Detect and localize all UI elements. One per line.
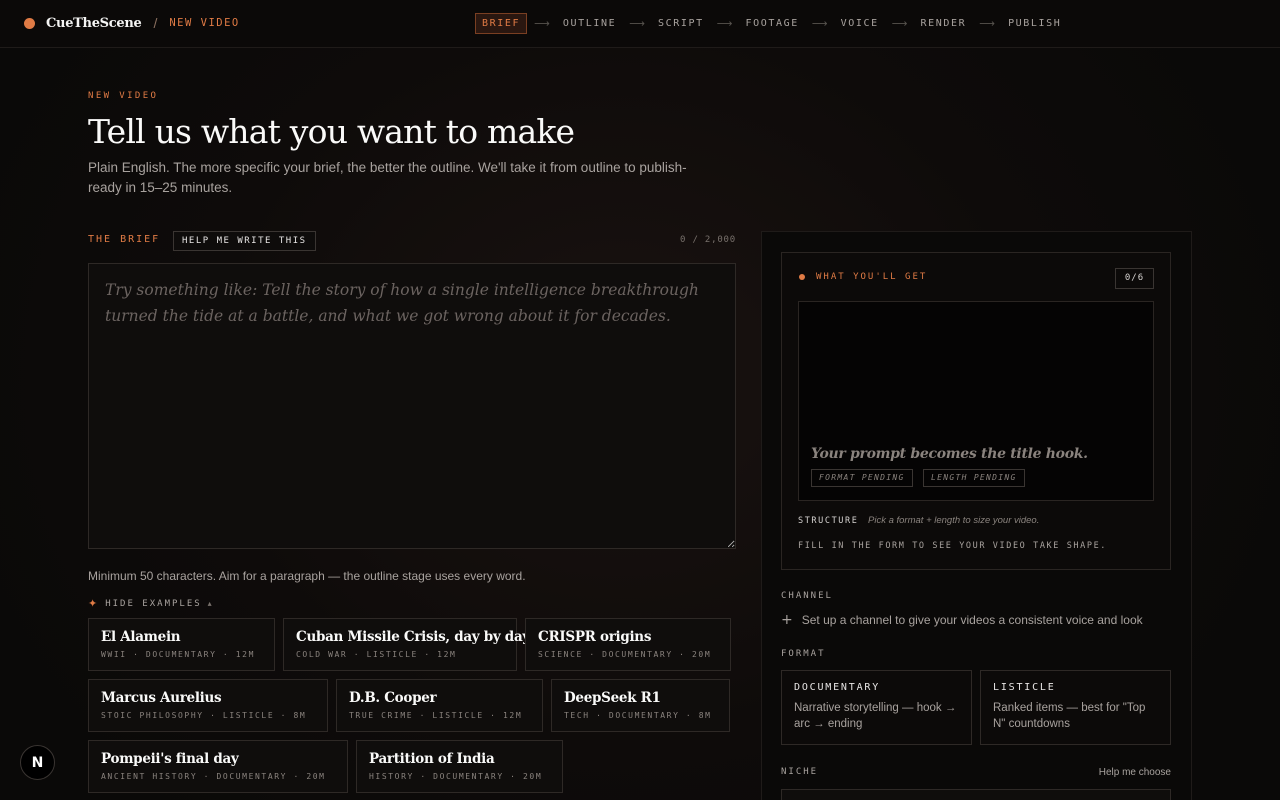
example-meta: STOIC PHILOSOPHY · LISTICLE · 8M: [101, 711, 307, 720]
dev-tools-letter: N: [31, 754, 44, 771]
step-brief[interactable]: BRIEF: [475, 13, 528, 34]
step-voice[interactable]: VOICE: [835, 14, 885, 33]
format-label: FORMAT: [781, 649, 826, 659]
channel-label: CHANNEL: [781, 591, 833, 601]
caret-up-icon: ▴: [207, 599, 212, 608]
format-option-desc: Narrative storytelling — hook → arc → en…: [794, 702, 957, 730]
example-card[interactable]: El Alamein WWII · DOCUMENTARY · 12M: [88, 618, 275, 671]
example-card[interactable]: Cuban Missile Crisis, day by day COLD WA…: [283, 618, 530, 671]
preview-label: WHAT YOU'LL GET: [816, 272, 928, 282]
example-meta: COLD WAR · LISTICLE · 12M: [296, 650, 457, 659]
step-arrow-icon: ⟶: [716, 17, 733, 30]
example-meta: WWII · DOCUMENTARY · 12M: [101, 650, 255, 659]
example-meta: HISTORY · DOCUMENTARY · 20M: [369, 772, 543, 781]
step-arrow-icon: ⟶: [811, 17, 828, 30]
example-card[interactable]: D.B. Cooper TRUE CRIME · LISTICLE · 12M: [336, 679, 543, 732]
example-card[interactable]: CRISPR origins SCIENCE · DOCUMENTARY · 2…: [525, 618, 731, 671]
brief-input[interactable]: [88, 263, 736, 549]
step-script[interactable]: SCRIPT: [652, 14, 710, 33]
step-outline[interactable]: OUTLINE: [557, 14, 622, 33]
example-card[interactable]: Partition of India HISTORY · DOCUMENTARY…: [356, 740, 563, 793]
character-count: 0 / 2,000: [680, 235, 736, 245]
step-arrow-icon: ⟶: [891, 17, 908, 30]
preview-fill-text: FILL IN THE FORM TO SEE YOUR VIDEO TAKE …: [798, 541, 1108, 551]
page-eyebrow: NEW VIDEO: [88, 91, 159, 101]
example-meta: TRUE CRIME · LISTICLE · 12M: [349, 711, 523, 720]
format-option-desc: Ranked items — best for "Top N" countdow…: [993, 702, 1146, 730]
step-render[interactable]: RENDER: [915, 14, 973, 33]
format-pending-pill: FORMAT PENDING: [811, 469, 913, 487]
step-footage[interactable]: FOOTAGE: [740, 14, 805, 33]
step-arrow-icon: ⟶: [629, 17, 646, 30]
brief-label: THE BRIEF: [88, 234, 161, 245]
format-option-documentary[interactable]: DOCUMENTARY Narrative storytelling — hoo…: [781, 670, 972, 745]
brief-hint: Minimum 50 characters. Aim for a paragra…: [88, 569, 526, 583]
structure-text: Pick a format + length to size your vide…: [868, 515, 1040, 526]
niche-help-link[interactable]: Help me choose: [1060, 767, 1171, 778]
step-publish[interactable]: PUBLISH: [1002, 14, 1067, 33]
setup-channel-link[interactable]: + Set up a channel to give your videos a…: [781, 612, 1143, 628]
top-bar: CueTheScene / NEW VIDEO BRIEF ⟶ OUTLINE …: [0, 0, 1280, 48]
setup-channel-text: Set up a channel to give your videos a c…: [801, 613, 1143, 627]
status-dot-icon: [799, 274, 805, 280]
example-meta: ANCIENT HISTORY · DOCUMENTARY · 20M: [101, 772, 326, 781]
brand-name: CueTheScene: [46, 15, 142, 31]
example-card[interactable]: DeepSeek R1 TECH · DOCUMENTARY · 8M: [551, 679, 730, 732]
preview-progress-badge: 0/6: [1115, 268, 1154, 289]
step-progress: BRIEF ⟶ OUTLINE ⟶ SCRIPT ⟶ FOOTAGE ⟶ VOI…: [475, 13, 1067, 34]
example-title: Pompeii's final day: [101, 751, 239, 767]
example-title: D.B. Cooper: [349, 690, 437, 706]
breadcrumb-current: NEW VIDEO: [169, 17, 240, 29]
page-title: Tell us what you want to make: [88, 112, 575, 151]
example-title: Partition of India: [369, 751, 495, 767]
preview-title-hook: Your prompt becomes the title hook.: [811, 446, 1088, 462]
example-meta: SCIENCE · DOCUMENTARY · 20M: [538, 650, 712, 659]
sparkle-icon: ✦: [88, 598, 98, 610]
example-title: DeepSeek R1: [564, 690, 661, 706]
example-card[interactable]: Pompeii's final day ANCIENT HISTORY · DO…: [88, 740, 348, 793]
brand[interactable]: CueTheScene / NEW VIDEO: [24, 15, 240, 31]
structure-label: STRUCTURE: [798, 516, 859, 526]
niche-label: NICHE: [781, 767, 819, 777]
plus-icon: +: [781, 612, 793, 628]
example-title: Marcus Aurelius: [101, 690, 222, 706]
example-title: El Alamein: [101, 629, 181, 645]
help-me-write-button[interactable]: HELP ME WRITE THIS: [173, 231, 316, 251]
step-arrow-icon: ⟶: [979, 17, 996, 30]
format-option-title: LISTICLE: [993, 682, 1056, 693]
niche-select[interactable]: [781, 789, 1171, 800]
dev-tools-badge[interactable]: N: [20, 745, 55, 780]
example-title: Cuban Missile Crisis, day by day: [296, 629, 530, 645]
step-arrow-icon: ⟶: [534, 17, 550, 30]
format-option-title: DOCUMENTARY: [794, 682, 881, 693]
example-card[interactable]: Marcus Aurelius STOIC PHILOSOPHY · LISTI…: [88, 679, 328, 732]
format-option-listicle[interactable]: LISTICLE Ranked items — best for "Top N"…: [980, 670, 1171, 745]
length-pending-pill: LENGTH PENDING: [923, 469, 1025, 487]
example-title: CRISPR origins: [538, 629, 652, 645]
examples-toggle-label: HIDE EXAMPLES: [105, 598, 202, 609]
brand-logo-dot-icon: [24, 17, 35, 29]
breadcrumb-separator: /: [153, 15, 158, 31]
hide-examples-toggle[interactable]: ✦ HIDE EXAMPLES ▴: [88, 597, 212, 610]
example-meta: TECH · DOCUMENTARY · 8M: [564, 711, 712, 720]
page-subtitle: Plain English. The more specific your br…: [88, 160, 687, 195]
